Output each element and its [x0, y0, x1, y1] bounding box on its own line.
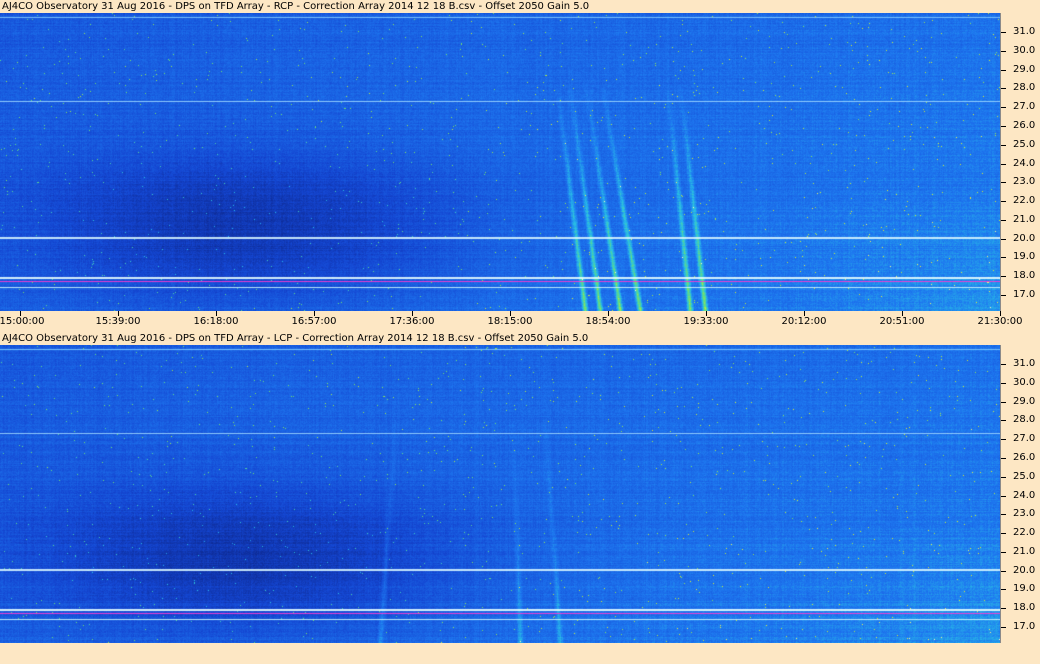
frequency-tick: [1001, 238, 1006, 240]
frequency-tick: [1001, 439, 1006, 441]
frequency-tick: [1001, 50, 1006, 52]
frequency-tick-label: 24.0: [1013, 157, 1036, 169]
frequency-tick-label: 18.0: [1013, 270, 1036, 282]
time-tick-label: 21:30:00: [977, 316, 1023, 327]
frequency-tick-label: 25.0: [1013, 138, 1036, 150]
frequency-tick: [1001, 364, 1006, 365]
spectrogram-title-lcp: AJ4CO Observatory 31 Aug 2016 - DPS on T…: [2, 333, 589, 344]
frequency-tick-label: 21.0: [1013, 545, 1036, 557]
time-axis: 15:00:00 15:39:00 16:18:00 16:57:00 17:36:00…: [0, 311, 1040, 329]
frequency-tick: [1001, 608, 1006, 610]
frequency-tick: [1001, 382, 1006, 384]
spectrogram-rcp[interactable]: [0, 13, 1000, 311]
bottom-strip: [0, 651, 1040, 664]
frequency-tick-label: 25.0: [1013, 470, 1036, 482]
frequency-tick-label: 27.0: [1013, 433, 1036, 445]
frequency-tick-label: 26.0: [1013, 451, 1036, 463]
frequency-tick-label: 17.0: [1013, 289, 1036, 300]
frequency-tick-label: 31.0: [1013, 26, 1036, 37]
frequency-tick-label: 29.0: [1013, 63, 1036, 75]
frequency-tick: [1001, 570, 1006, 572]
frequency-tick-label: 22.0: [1013, 195, 1036, 207]
time-tick-label: 18:15:00: [487, 316, 533, 327]
time-tick-label: 15:39:00: [95, 316, 141, 327]
frequency-tick-label: 18.0: [1013, 602, 1036, 614]
frequency-tick-label: 22.0: [1013, 527, 1036, 539]
frequency-tick: [1001, 476, 1006, 478]
frequency-tick: [1001, 420, 1006, 422]
time-tick-label: 17:36:00: [389, 316, 435, 327]
spectrogram-lcp-canvas: [0, 345, 1000, 643]
frequency-tick: [1001, 32, 1006, 33]
time-tick-label: 20:12:00: [781, 316, 827, 327]
frequency-tick: [1001, 457, 1006, 459]
frequency-tick: [1001, 295, 1006, 296]
time-tick-label: 16:18:00: [193, 316, 239, 327]
frequency-tick: [1001, 401, 1006, 403]
time-tick-label: 18:54:00: [585, 316, 631, 327]
frequency-tick-label: 28.0: [1013, 82, 1036, 94]
frequency-tick-label: 24.0: [1013, 489, 1036, 501]
time-tick-label: 15:00:00: [0, 316, 45, 327]
frequency-tick-label: 23.0: [1013, 508, 1036, 520]
frequency-tick-label: 19.0: [1013, 583, 1036, 595]
frequency-tick-label: 20.0: [1013, 564, 1036, 576]
frequency-tick: [1001, 551, 1006, 553]
frequency-tick-label: 19.0: [1013, 251, 1036, 263]
spectrogram-title-rcp: AJ4CO Observatory 31 Aug 2016 - DPS on T…: [2, 1, 590, 12]
frequency-tick: [1001, 514, 1006, 516]
frequency-tick-label: 21.0: [1013, 213, 1036, 225]
frequency-tick: [1001, 495, 1006, 497]
frequency-tick-label: 31.0: [1013, 358, 1036, 369]
frequency-tick-label: 30.0: [1013, 44, 1036, 56]
spectrogram-rcp-canvas: [0, 13, 1000, 311]
time-tick-label: 16:57:00: [291, 316, 337, 327]
frequency-axis-rcp: 31.0 30.0 29.0 28.0 27.0 26.0 25.0 24.0 23.0 22.0…: [1000, 13, 1040, 311]
frequency-tick: [1001, 144, 1006, 146]
frequency-tick: [1001, 107, 1006, 109]
frequency-tick: [1001, 182, 1006, 184]
frequency-tick-label: 23.0: [1013, 176, 1036, 188]
frequency-tick-label: 29.0: [1013, 395, 1036, 407]
frequency-tick-label: 20.0: [1013, 232, 1036, 244]
frequency-tick: [1001, 163, 1006, 165]
frequency-tick: [1001, 88, 1006, 90]
frequency-tick: [1001, 533, 1006, 535]
frequency-axis-lcp: 31.0 30.0 29.0 28.0 27.0 26.0 25.0 24.0 23.0 22.0…: [1000, 345, 1040, 643]
frequency-tick-label: 17.0: [1013, 621, 1036, 632]
frequency-tick: [1001, 219, 1006, 221]
frequency-tick-label: 27.0: [1013, 101, 1036, 113]
frequency-tick-label: 26.0: [1013, 119, 1036, 131]
time-tick-label: 20:51:00: [879, 316, 925, 327]
frequency-tick: [1001, 627, 1006, 628]
frequency-tick: [1001, 201, 1006, 203]
time-tick-label: 19:33:00: [683, 316, 729, 327]
frequency-tick-label: 30.0: [1013, 376, 1036, 388]
frequency-tick: [1001, 125, 1006, 127]
frequency-tick: [1001, 69, 1006, 71]
frequency-tick: [1001, 589, 1006, 591]
spectrogram-lcp[interactable]: [0, 345, 1000, 643]
frequency-tick: [1001, 257, 1006, 259]
frequency-tick: [1001, 276, 1006, 278]
frequency-tick-label: 28.0: [1013, 414, 1036, 426]
